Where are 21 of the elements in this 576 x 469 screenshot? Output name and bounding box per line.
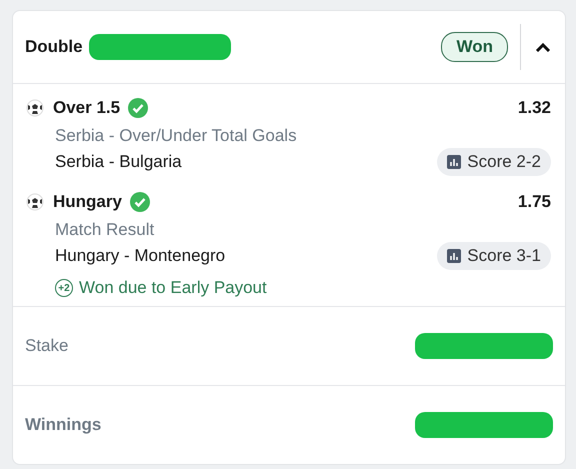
status-badge: Won <box>441 32 508 62</box>
chevron-icon[interactable] <box>535 42 551 52</box>
soccer-ball-icon <box>25 192 45 212</box>
soccer-ball-icon <box>25 98 45 118</box>
selection-name: Over 1.5 <box>53 98 120 118</box>
match-name: Serbia - Bulgaria <box>55 152 182 172</box>
summary-label: Winnings <box>25 415 102 435</box>
early-payout-note: Won due to Early Payout <box>79 278 267 298</box>
bar-chart-icon <box>447 249 462 263</box>
bar-chart-icon <box>447 155 462 169</box>
match-name: Hungary - Montenegro <box>55 246 226 266</box>
score-chip[interactable]: Score 3-1 <box>437 242 551 270</box>
score-chip[interactable]: Score 2-2 <box>437 148 551 176</box>
odds: 1.32 <box>518 98 551 118</box>
bet-title: Double <box>25 37 83 57</box>
summary-label: Stake <box>25 336 68 356</box>
market-name: Match Result <box>55 220 156 240</box>
selection-name: Hungary <box>53 192 122 212</box>
market-name: Serbia - Over/Under Total Goals <box>55 126 298 146</box>
early-payout-icon: +2 <box>55 279 73 297</box>
odds: 1.75 <box>518 192 551 212</box>
